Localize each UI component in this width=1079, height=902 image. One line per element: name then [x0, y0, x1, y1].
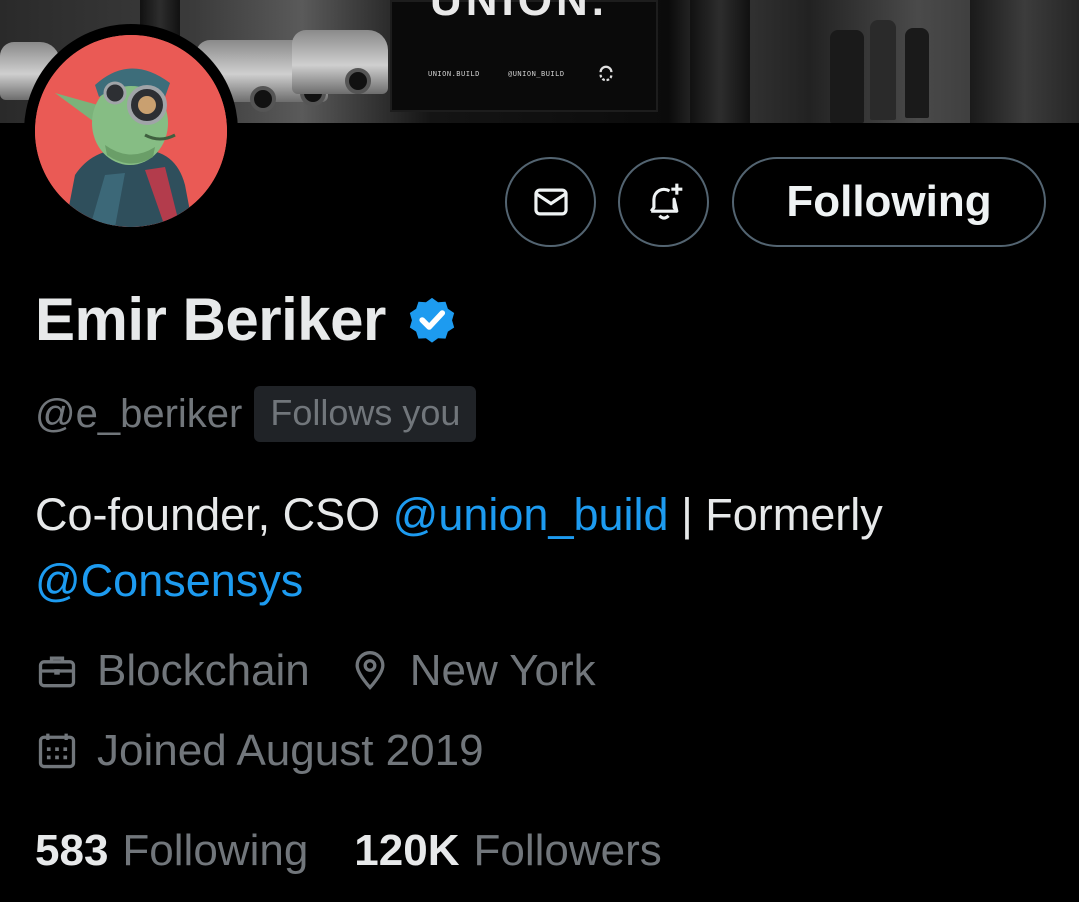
handle-row: @e_beriker Follows you	[35, 386, 477, 442]
profile-location: New York	[409, 646, 596, 695]
banner-person	[905, 28, 929, 118]
bio-text: Co-founder, CSO	[35, 489, 393, 540]
bell-plus-icon	[649, 183, 682, 220]
following-label: Following	[122, 826, 309, 875]
bio-mention-link[interactable]: @Consensys	[35, 555, 303, 606]
union-logo-icon	[599, 65, 613, 82]
following-button[interactable]: Following	[732, 157, 1046, 247]
banner-tree	[690, 0, 750, 123]
profile-meta-row: Blockchain New York	[35, 646, 596, 696]
banner-sign-text: UNION.BUILD	[428, 70, 480, 78]
banner-wheel	[345, 68, 371, 94]
avatar[interactable]	[24, 24, 238, 238]
bio-text: | Formerly	[668, 489, 883, 540]
followers-count: 120K	[354, 826, 460, 875]
goblin-avatar-illustration	[35, 35, 227, 227]
banner-person	[870, 20, 896, 120]
avatar-image	[35, 35, 227, 227]
envelope-icon	[533, 188, 568, 216]
banner-wheel	[250, 86, 276, 112]
profile-bio: Co-founder, CSO @union_build | Formerly …	[35, 482, 1035, 614]
followers-label: Followers	[473, 826, 662, 875]
notifications-button[interactable]	[618, 157, 709, 247]
briefcase-icon	[38, 656, 76, 688]
banner-person	[830, 30, 864, 123]
profile-name: Emir Beriker	[35, 286, 386, 353]
banner-sign-title: UNION.	[430, 0, 608, 25]
banner-sign: UNION. UNION.BUILD @UNION_BUILD	[390, 0, 658, 112]
banner-car	[292, 30, 388, 94]
profile-joined-date: Joined August 2019	[97, 726, 484, 775]
calendar-icon	[38, 733, 76, 769]
follow-stats-row: 583 Following 120K Followers	[35, 826, 662, 876]
bio-mention-link[interactable]: @union_build	[393, 489, 669, 540]
following-count: 583	[35, 826, 109, 875]
profile-handle: @e_beriker	[35, 391, 243, 436]
message-button[interactable]	[505, 157, 596, 247]
profile-category: Blockchain	[97, 646, 310, 695]
followers-count-link[interactable]: 120K Followers	[354, 826, 661, 876]
follows-you-badge: Follows you	[254, 386, 477, 442]
profile-name-row: Emir Beriker	[35, 285, 460, 354]
following-count-link[interactable]: 583 Following	[35, 826, 308, 876]
location-pin-icon	[355, 651, 385, 690]
joined-row: Joined August 2019	[35, 726, 484, 776]
verified-badge-icon[interactable]	[404, 292, 460, 348]
banner-building	[970, 0, 1079, 123]
banner-sign-text: @UNION_BUILD	[508, 70, 565, 78]
